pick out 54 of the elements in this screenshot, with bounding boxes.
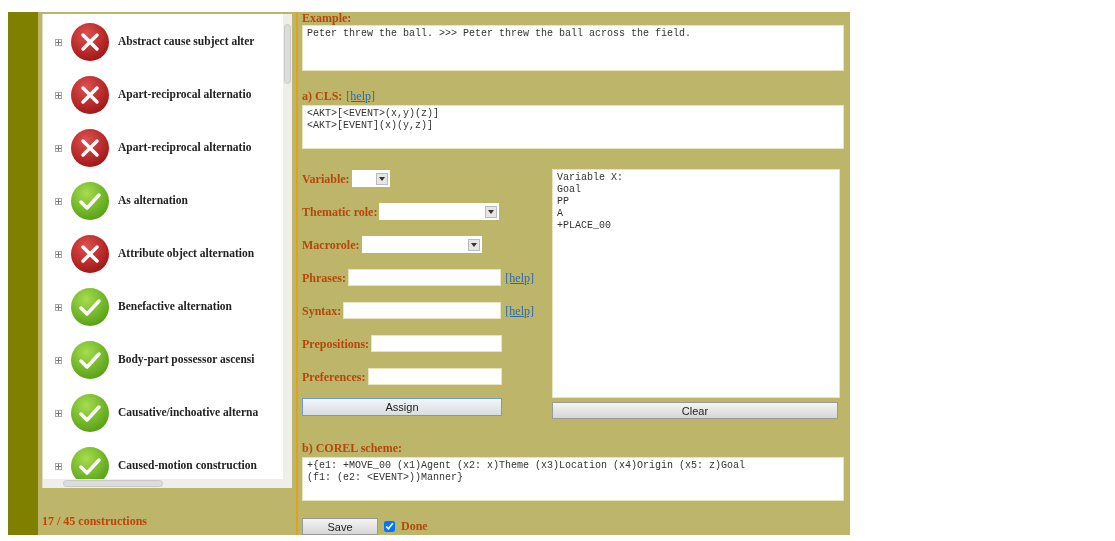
list-item[interactable]: Caused-motion construction bbox=[43, 446, 283, 479]
cls-field[interactable]: <AKT>[<EVENT>(x,y)(z)] <AKT>[EVENT](x)(y,z)] bbox=[302, 104, 844, 150]
corel-label: b) COREL scheme: bbox=[302, 440, 403, 458]
caret-icon bbox=[375, 172, 388, 185]
corel-field[interactable]: +{e1: +MOVE_00 (x1)Agent (x2: x)Theme (x3)Location (x4)Origin (x5: z)Goal (f1: (e2: <EVENT>))Manner} bbox=[302, 457, 844, 501]
expand-icon[interactable] bbox=[55, 144, 62, 152]
item-label: Causative/inchoative alterna bbox=[118, 405, 259, 421]
list-item[interactable]: Abstract cause subject alter bbox=[43, 22, 283, 62]
field-label: Phrases: bbox=[302, 269, 346, 287]
expand-icon[interactable] bbox=[55, 303, 62, 311]
expand-icon[interactable] bbox=[55, 462, 62, 470]
item-label: As alternation bbox=[118, 193, 188, 209]
assign-button[interactable]: Assign bbox=[302, 398, 502, 417]
expand-icon[interactable] bbox=[55, 409, 62, 417]
field-label: Prepositions: bbox=[302, 335, 370, 353]
list-item[interactable]: Benefactive alternation bbox=[43, 287, 283, 327]
list-item[interactable]: Attribute object alternation bbox=[43, 234, 283, 274]
text-field[interactable] bbox=[343, 302, 502, 320]
field-label: Macrorole: bbox=[302, 236, 360, 254]
item-label: Caused-motion construction bbox=[118, 458, 257, 474]
expand-icon[interactable] bbox=[55, 91, 62, 99]
constructions-count: 17 / 45 constructions bbox=[42, 513, 148, 530]
item-label: Abstract cause subject alter bbox=[118, 34, 255, 50]
save-button[interactable]: Save bbox=[302, 517, 378, 535]
field-label: Syntax: bbox=[302, 302, 342, 320]
field-label: Variable: bbox=[302, 170, 350, 188]
cls-label: a) CLS: bbox=[302, 87, 343, 105]
expand-icon[interactable] bbox=[55, 356, 62, 364]
list-item[interactable]: Apart-reciprocal alternatio bbox=[43, 128, 283, 168]
field-label: Preferences: bbox=[302, 368, 366, 386]
item-label: Benefactive alternation bbox=[118, 299, 232, 315]
done-label: Done bbox=[401, 518, 428, 535]
field-label: Thematic role: bbox=[302, 203, 378, 221]
expand-icon[interactable] bbox=[55, 250, 62, 258]
text-field[interactable] bbox=[348, 269, 502, 287]
list-item[interactable]: Apart-reciprocal alternatio bbox=[43, 75, 283, 115]
item-label: Apart-reciprocal alternatio bbox=[118, 87, 252, 103]
example-label: Example: bbox=[302, 12, 353, 25]
expand-icon[interactable] bbox=[55, 38, 62, 46]
list-item[interactable]: As alternation bbox=[43, 181, 283, 221]
item-label: Apart-reciprocal alternatio bbox=[118, 140, 252, 156]
caret-icon bbox=[485, 205, 498, 218]
variable-info-field[interactable]: Variable X: Goal PP A +PLACE_00 bbox=[552, 169, 840, 399]
item-label: Attribute object alternation bbox=[118, 246, 255, 262]
clear-button[interactable]: Clear bbox=[552, 402, 838, 420]
list-item[interactable]: Body-part possessor ascensi bbox=[43, 340, 283, 380]
example-field[interactable]: Peter threw the ball. >>> Peter threw the ball across the field. bbox=[302, 25, 844, 71]
text-field[interactable] bbox=[367, 368, 502, 386]
expand-icon[interactable] bbox=[55, 197, 62, 205]
text-field[interactable] bbox=[371, 335, 502, 353]
done-checkbox[interactable] bbox=[384, 520, 395, 532]
item-label: Body-part possessor ascensi bbox=[118, 352, 255, 368]
caret-icon bbox=[467, 238, 480, 251]
list-item[interactable]: Causative/inchoative alterna bbox=[43, 393, 283, 433]
